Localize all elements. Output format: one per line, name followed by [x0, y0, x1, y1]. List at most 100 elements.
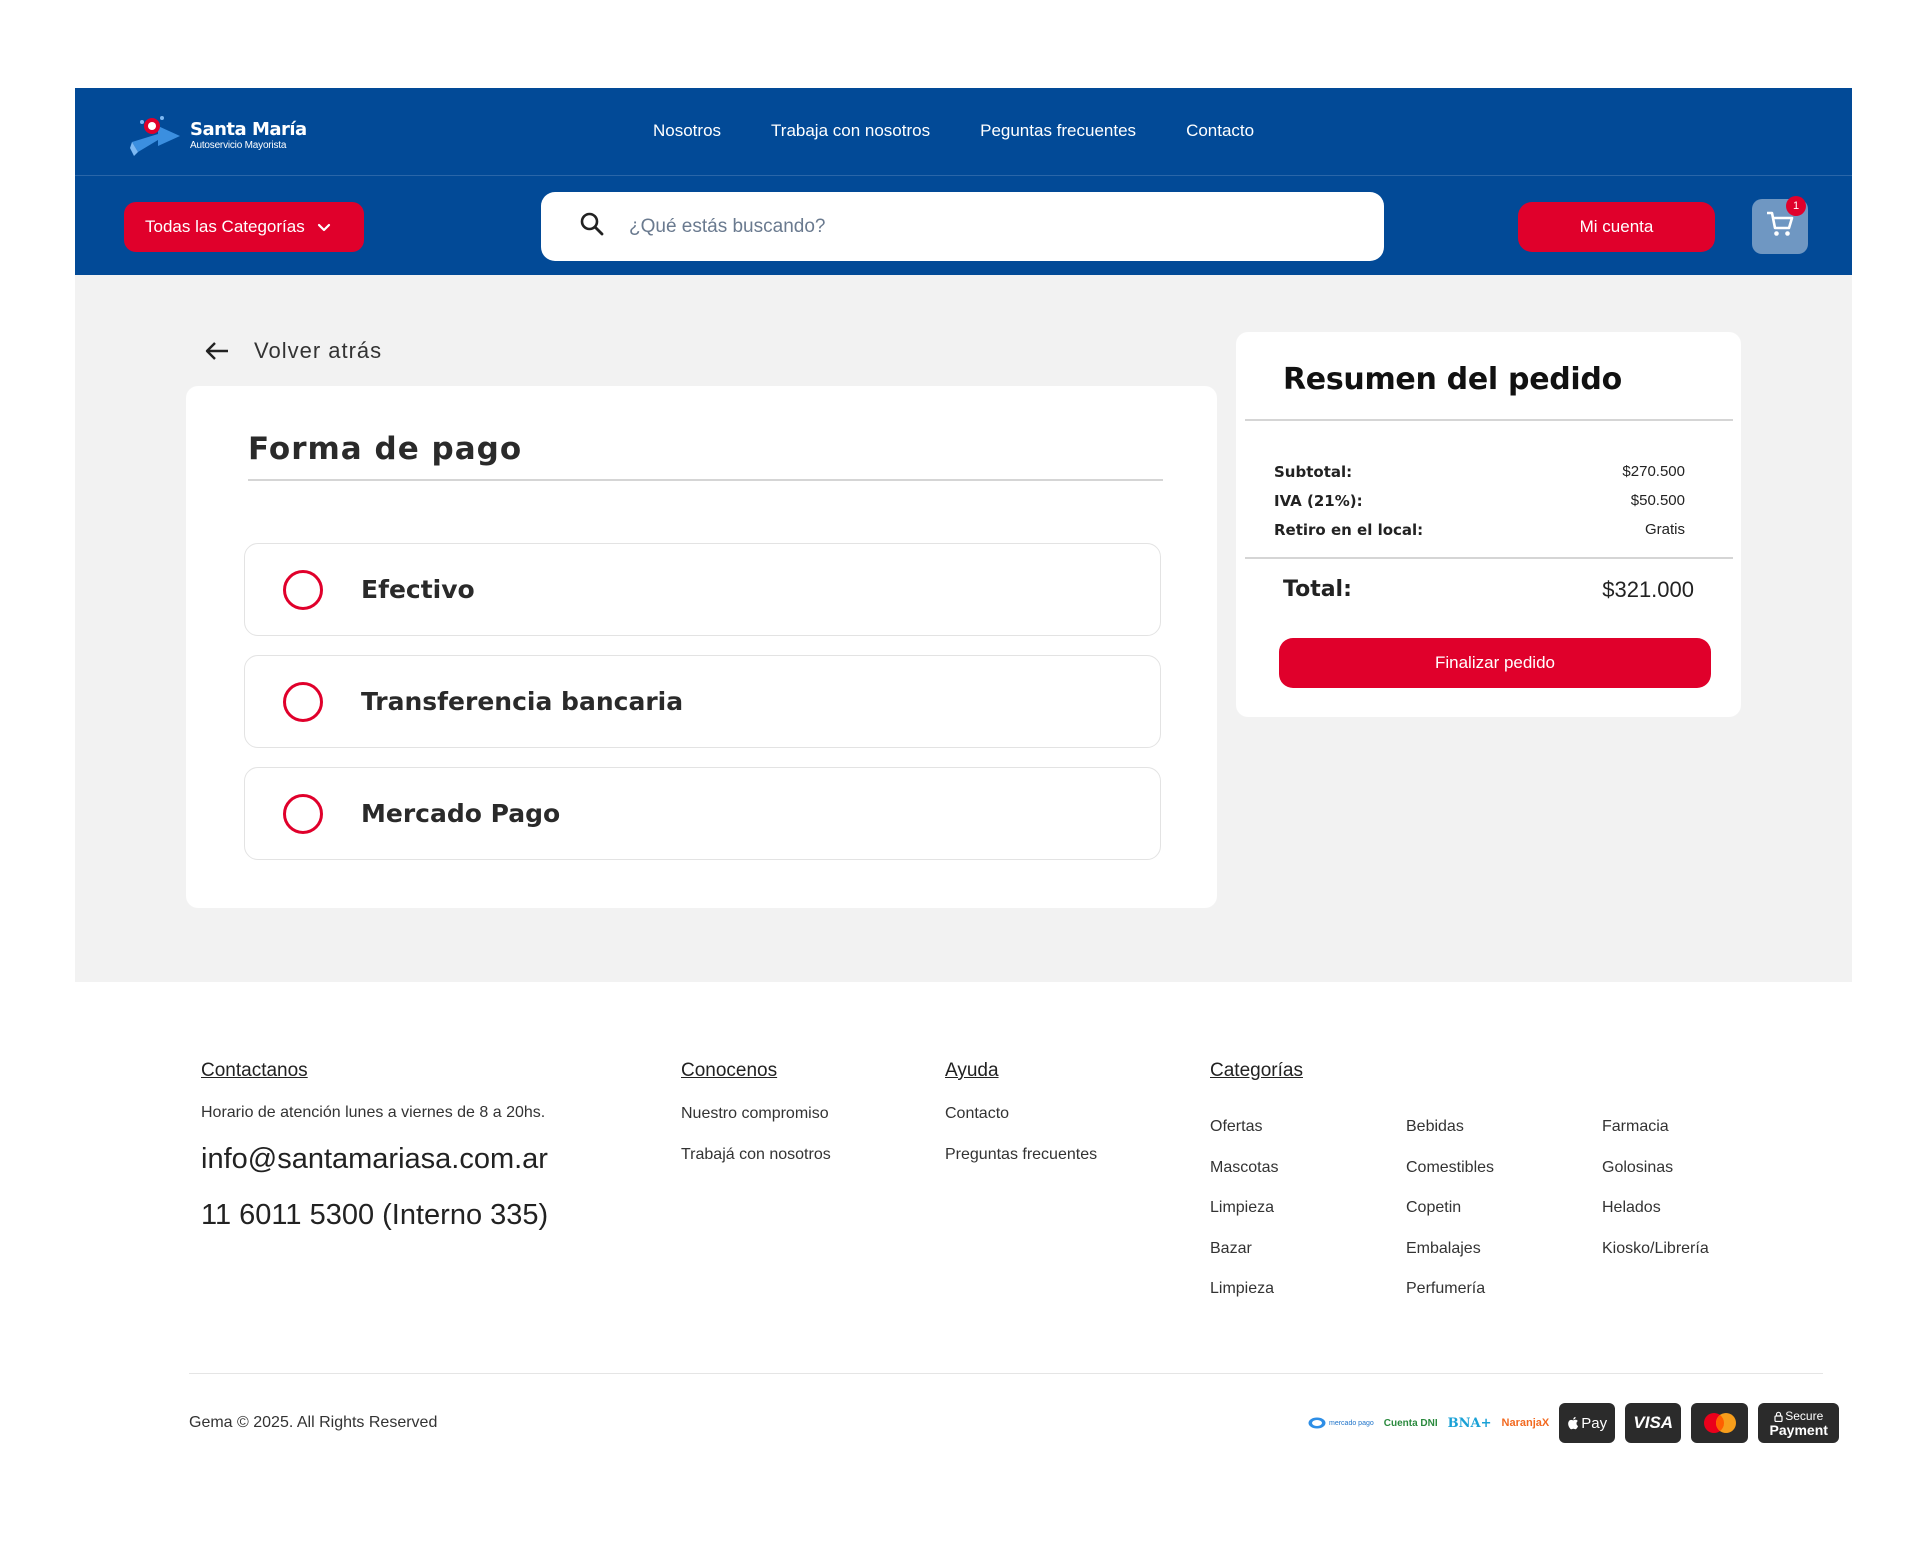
payment-logos: mercado pago Cuenta DNI BNA+ NaranjaX Pa…: [1308, 1403, 1840, 1443]
footer-email[interactable]: info@santamariasa.com.ar: [201, 1143, 548, 1176]
payment-option-label: Mercado Pago: [361, 799, 561, 828]
back-link[interactable]: Volver atrás: [204, 338, 382, 364]
summary-row-subtotal: Subtotal: $270.500: [1274, 463, 1685, 481]
payment-title: Forma de pago: [248, 431, 523, 467]
footer-category-link[interactable]: Farmacia: [1602, 1118, 1798, 1159]
summary-row-iva: IVA (21%): $50.500: [1274, 492, 1685, 510]
logo-subtitle: Autoservicio Mayorista: [190, 139, 287, 151]
back-label: Volver atrás: [254, 338, 383, 363]
logo[interactable]: Santa María Autoservicio Mayorista: [128, 112, 318, 158]
payment-label: Payment: [1769, 1422, 1828, 1438]
logo-name: Santa María: [190, 118, 307, 140]
payment-option-label: Efectivo: [361, 575, 475, 604]
cuentadni-logo: Cuenta DNI: [1383, 1417, 1438, 1429]
nav-contacto[interactable]: Contacto: [1186, 121, 1254, 141]
nav-nosotros[interactable]: Nosotros: [653, 121, 721, 141]
checkout-main: Volver atrás Forma de pago Efectivo Tran…: [75, 275, 1852, 982]
payment-method-card: Forma de pago Efectivo Transferencia ban…: [186, 386, 1217, 908]
footer-contact: Contactanos Horario de atención lunes a …: [201, 1060, 548, 1232]
nav-trabaja[interactable]: Trabaja con nosotros: [771, 121, 930, 141]
cart-count-badge: 1: [1786, 196, 1806, 216]
visa-logo: VISA: [1625, 1403, 1682, 1443]
radio-button[interactable]: [283, 793, 323, 834]
naranjax-logo: NaranjaX: [1501, 1417, 1550, 1429]
logo-text: Santa María Autoservicio Mayorista: [190, 118, 307, 151]
applepay-logo-text: Pay: [1581, 1414, 1608, 1432]
arrow-left-icon: [205, 342, 228, 360]
categories-button-label: Todas las Categorías: [145, 217, 305, 236]
summary-row-retiro: Retiro en el local: Gratis: [1274, 521, 1685, 539]
payment-option-efectivo[interactable]: Efectivo: [244, 543, 1161, 636]
nav-preguntas[interactable]: Peguntas frecuentes: [980, 121, 1136, 141]
cart-icon: [1765, 210, 1795, 243]
lock-icon: [1774, 1411, 1783, 1422]
categories-button[interactable]: Todas las Categorías: [124, 202, 364, 252]
footer-link-trabaja[interactable]: Trabajá con nosotros: [681, 1145, 831, 1186]
footer-category-link[interactable]: Ofertas: [1210, 1118, 1406, 1159]
radio-button[interactable]: [283, 569, 323, 610]
divider: [1245, 557, 1733, 559]
summary-row-label: Retiro en el local:: [1274, 521, 1424, 539]
applepay-logo: Pay: [1559, 1403, 1616, 1443]
footer-help-heading[interactable]: Ayuda: [945, 1060, 1097, 1082]
summary-row-label: IVA (21%):: [1274, 492, 1363, 510]
mercadopago-logo-text: mercado pago: [1329, 1419, 1374, 1427]
radio-button[interactable]: [283, 681, 323, 722]
footer-category-link[interactable]: Perfumería: [1406, 1280, 1602, 1321]
footer-category-link[interactable]: Bebidas: [1406, 1118, 1602, 1159]
summary-row-value: $50.500: [1630, 492, 1685, 509]
footer-categories-heading[interactable]: Categorías: [1210, 1060, 1303, 1082]
total-label: Total:: [1283, 577, 1352, 602]
summary-total: Total: $321.000: [1283, 577, 1694, 603]
footer-category-link[interactable]: Mascotas: [1210, 1159, 1406, 1200]
site-header: Santa María Autoservicio Mayorista Nosot…: [75, 88, 1852, 275]
account-button[interactable]: Mi cuenta: [1518, 202, 1715, 252]
footer-category-grid: Ofertas Bebidas Farmacia Mascotas Comest…: [1210, 1118, 1798, 1321]
payment-option-mercadopago[interactable]: Mercado Pago: [244, 767, 1161, 860]
summary-row-value: $270.500: [1622, 463, 1685, 480]
footer-category-link[interactable]: Comestibles: [1406, 1159, 1602, 1200]
search-input[interactable]: [629, 215, 1329, 238]
copyright: Gema © 2025. All Rights Reserved: [189, 1414, 438, 1431]
footer-link-preguntas[interactable]: Preguntas frecuentes: [945, 1145, 1097, 1186]
summary-row-value: Gratis: [1644, 521, 1685, 538]
payment-option-transferencia[interactable]: Transferencia bancaria: [244, 655, 1161, 748]
footer-phone[interactable]: 11 6011 5300 (Interno 335): [201, 1199, 548, 1232]
footer-link-contacto[interactable]: Contacto: [945, 1104, 1097, 1145]
footer-about: Conocenos Nuestro compromiso Trabajá con…: [681, 1060, 831, 1186]
secure-label: Secure: [1785, 1409, 1824, 1423]
search-icon[interactable]: [579, 211, 605, 242]
mercadopago-logo: mercado pago: [1308, 1417, 1374, 1429]
footer-categories: Categorías: [1210, 1060, 1303, 1104]
footer-category-link[interactable]: Bazar: [1210, 1240, 1406, 1281]
payment-option-label: Transferencia bancaria: [361, 687, 684, 716]
footer-help: Ayuda Contacto Preguntas frecuentes: [945, 1060, 1097, 1186]
total-value: $321.000: [1602, 577, 1694, 602]
footer-about-heading[interactable]: Conocenos: [681, 1060, 831, 1082]
divider: [248, 479, 1163, 481]
mastercard-logo: [1691, 1403, 1749, 1443]
order-summary-card: Resumen del pedido Subtotal: $270.500 IV…: [1236, 332, 1741, 717]
logo-icon: [128, 112, 186, 158]
divider: [1245, 419, 1733, 421]
footer-category-link[interactable]: Kiosko/Librería: [1602, 1240, 1798, 1281]
footer-category-link[interactable]: Copetin: [1406, 1199, 1602, 1240]
chevron-down-icon: [317, 220, 331, 234]
bna-logo: BNA+: [1447, 1415, 1492, 1431]
header-top-bar: Santa María Autoservicio Mayorista Nosot…: [75, 88, 1852, 176]
footer-contact-heading[interactable]: Contactanos: [201, 1060, 548, 1082]
apple-icon: [1568, 1416, 1579, 1430]
search-bar: [541, 192, 1384, 261]
footer-category-link[interactable]: Golosinas: [1602, 1159, 1798, 1200]
footer-link-compromiso[interactable]: Nuestro compromiso: [681, 1104, 831, 1145]
footer-divider: [189, 1373, 1823, 1374]
footer-category-link[interactable]: Limpieza: [1210, 1199, 1406, 1240]
footer-category-link[interactable]: Helados: [1602, 1199, 1798, 1240]
footer-hours: Horario de atención lunes a viernes de 8…: [201, 1104, 546, 1121]
footer-category-link[interactable]: Embalajes: [1406, 1240, 1602, 1281]
finish-order-button[interactable]: Finalizar pedido: [1279, 638, 1711, 688]
summary-row-label: Subtotal:: [1274, 463, 1353, 481]
secure-payment-badge: Secure Payment: [1758, 1403, 1840, 1443]
footer-category-link[interactable]: Limpieza: [1210, 1280, 1406, 1321]
summary-title: Resumen del pedido: [1283, 362, 1622, 397]
